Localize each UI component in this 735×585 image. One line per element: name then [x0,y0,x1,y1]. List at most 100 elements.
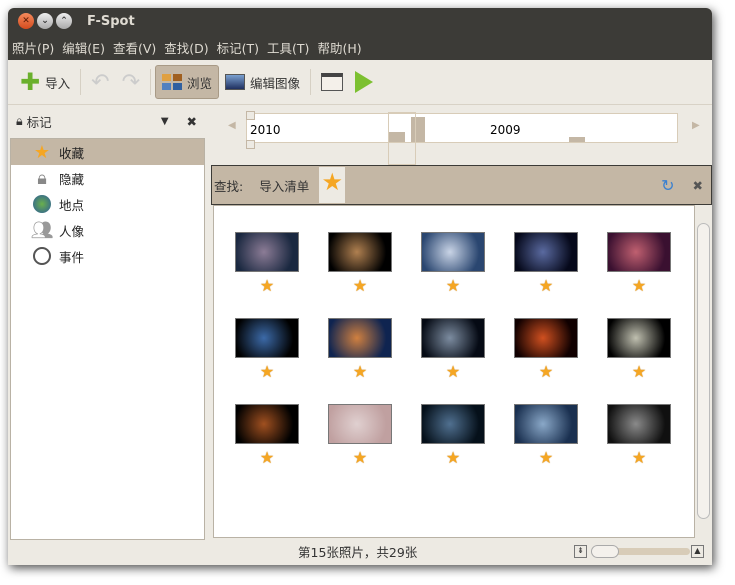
photo-thumbnail[interactable] [421,404,485,444]
find-tag-label: 导入清单 [259,178,310,194]
zoom-slider-thumb[interactable] [591,545,619,558]
year-label-2009: 2009 [490,123,521,137]
minimize-button[interactable]: ⌄ [37,13,53,29]
fullscreen-button[interactable] [315,65,349,99]
star-rating-icon[interactable]: ★ [352,450,368,466]
timeline-right-arrow[interactable]: ▶ [692,120,700,131]
menu-photo[interactable]: 照片(P) [12,38,54,57]
photo-grid: ★ ★ ★ ★ ★ ★ ★ ★ ★ ★ ★ ★ ★ ★ ★ [213,205,695,538]
dropdown-arrow-icon[interactable]: ▼ [161,116,169,127]
photo-thumbnail[interactable] [607,318,671,358]
photo-thumbnail[interactable] [235,404,299,444]
browse-label: 浏览 [187,75,213,91]
rotate-left-icon: ↶ [91,69,110,95]
star-rating-icon[interactable]: ★ [538,364,554,380]
find-label: 查找: [214,178,244,194]
photo-thumbnail[interactable] [421,232,485,272]
star-rating-icon[interactable]: ★ [259,278,275,294]
photo-thumbnail[interactable] [514,404,578,444]
timeline-bar [569,137,585,142]
menu-tags[interactable]: 标记(T) [217,38,259,57]
tag-item-favorites[interactable]: ★ 收藏 [11,139,204,165]
tag-item-places[interactable]: 地点 [11,191,204,217]
tag-label: 隐藏 [59,171,85,187]
tag-list: ★ 收藏 🔒︎ 隐藏 地点 👥︎ 人像 事件 [10,138,205,540]
window-title: F-Spot [87,13,135,29]
play-icon [355,71,374,93]
photo-thumbnail[interactable] [421,318,485,358]
tag-label: 地点 [59,197,85,213]
star-rating-icon[interactable]: ★ [352,364,368,380]
tag-label: 事件 [59,249,85,265]
browse-icon [162,74,182,90]
scrollbar-thumb[interactable] [697,223,710,519]
vertical-scrollbar[interactable] [695,205,712,538]
import-label: 导入 [45,75,71,91]
find-tag-star[interactable]: ★ [319,167,346,203]
photo-thumbnail[interactable] [607,404,671,444]
tag-item-people[interactable]: 👥︎ 人像 [11,217,204,243]
timeline-range-handle-top[interactable] [246,111,255,120]
star-rating-icon[interactable]: ★ [538,450,554,466]
photo-thumbnail[interactable] [514,318,578,358]
import-button[interactable]: ✚ 导入 [14,65,76,99]
close-button[interactable]: ✕ [18,13,34,29]
rotate-left-button[interactable]: ↶ [85,65,115,99]
star-rating-icon[interactable]: ★ [445,364,461,380]
zoom-out-button[interactable]: ⇟ [574,545,587,558]
timeline-track[interactable]: 2010 2009 [246,113,678,143]
tag-item-events[interactable]: 事件 [11,243,204,269]
plus-icon: ✚ [20,68,41,96]
star-rating-icon[interactable]: ★ [352,278,368,294]
star-rating-icon[interactable]: ★ [538,278,554,294]
photo-thumbnail[interactable] [328,318,392,358]
timeline[interactable]: ◀ 2010 2009 ▶ [222,108,712,165]
star-rating-icon[interactable]: ★ [631,450,647,466]
clock-icon [31,245,53,267]
star-rating-icon[interactable]: ★ [445,450,461,466]
star-rating-icon[interactable]: ★ [259,364,275,380]
photo-thumbnail[interactable] [607,232,671,272]
menu-tools[interactable]: 工具(T) [267,38,309,57]
zoom-in-button[interactable]: ▲ [691,545,704,558]
lock-icon: 🔒︎ [37,167,47,189]
tag-item-hidden[interactable]: 🔒︎ 隐藏 [11,165,204,191]
menu-edit[interactable]: 编辑(E) [62,38,105,57]
photo-thumbnail[interactable] [328,404,392,444]
edit-image-label: 编辑图像 [250,75,301,91]
refresh-icon[interactable]: ↻ [661,176,674,195]
menu-help[interactable]: 帮助(H) [317,38,361,57]
close-find-icon[interactable]: ✖ [693,178,703,193]
photo-thumbnail[interactable] [514,232,578,272]
tag-label: 收藏 [59,145,85,161]
toolbar: ✚ 导入 ↶ ↷ 浏览 编辑图像 [8,60,712,105]
timeline-left-arrow[interactable]: ◀ [228,120,236,131]
tag-label: 人像 [59,223,85,239]
slideshow-button[interactable] [349,65,379,99]
globe-icon [31,193,53,215]
tag-selector[interactable]: 🔒︎ 标记 ▼ ✖ [8,108,205,134]
tag-header-label: 标记 [26,114,52,130]
photo-thumbnail[interactable] [328,232,392,272]
star-rating-icon[interactable]: ★ [259,450,275,466]
year-label-2010: 2010 [250,123,281,137]
timeline-slider[interactable] [388,112,416,165]
star-rating-icon[interactable]: ★ [445,278,461,294]
photo-thumbnail[interactable] [235,232,299,272]
browse-button[interactable]: 浏览 [155,65,220,99]
rotate-right-icon: ↷ [121,69,140,95]
fullscreen-icon [321,73,344,91]
status-text: 第15张照片，共29张 [298,545,418,560]
photo-thumbnail[interactable] [235,318,299,358]
timeline-range-handle-bottom[interactable] [246,140,255,149]
f-spot-window: ✕ ⌄ ⌃ F-Spot 照片(P) 编辑(E) 查看(V) 查找(D) 标记(… [8,8,712,565]
close-sidebar-icon[interactable]: ✖ [187,114,197,129]
menu-view[interactable]: 查看(V) [113,38,156,57]
find-bar: 查找: 导入清单 ★ ↻ ✖ [211,165,712,205]
edit-image-button[interactable]: 编辑图像 [219,65,306,99]
menu-find[interactable]: 查找(D) [164,38,208,57]
star-rating-icon[interactable]: ★ [631,364,647,380]
maximize-button[interactable]: ⌃ [56,13,72,29]
star-rating-icon[interactable]: ★ [631,278,647,294]
rotate-right-button[interactable]: ↷ [116,65,146,99]
